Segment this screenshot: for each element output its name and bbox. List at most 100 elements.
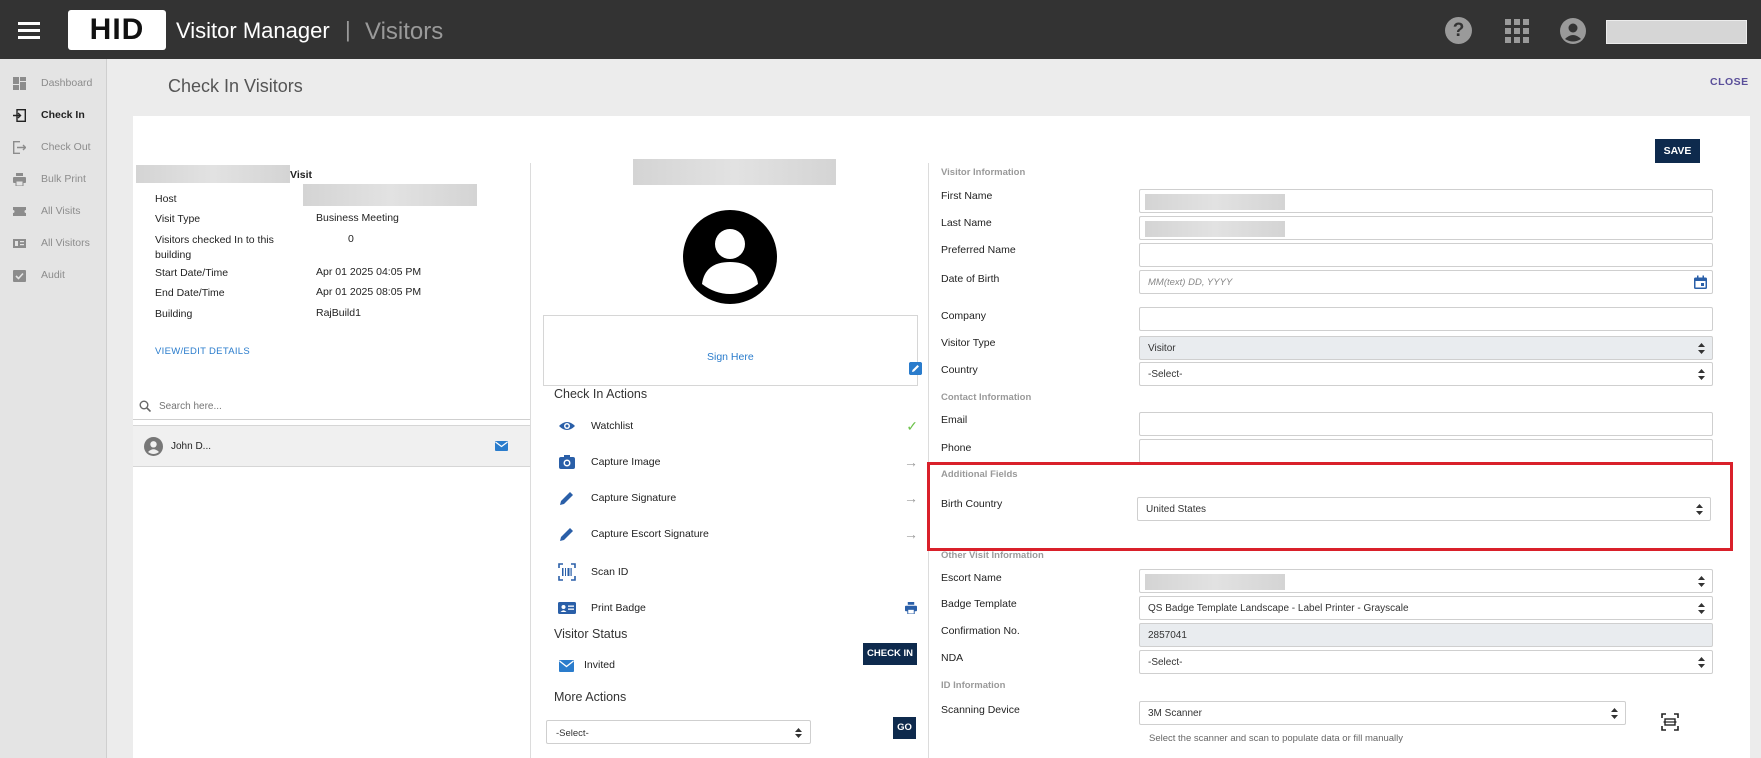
login-icon xyxy=(12,108,26,122)
building-label: Building xyxy=(155,308,193,320)
search-icon xyxy=(139,400,151,412)
audit-check-icon xyxy=(12,268,26,282)
preferred-name-field[interactable] xyxy=(1139,243,1713,267)
end-value: Apr 01 2025 08:05 PM xyxy=(316,286,422,298)
action-capture-image[interactable]: Capture Image → xyxy=(554,451,918,473)
start-label: Start Date/Time xyxy=(155,267,229,279)
action-label: Watchlist xyxy=(591,420,634,432)
visitor-status-value: Invited xyxy=(584,659,615,671)
help-icon[interactable]: ? xyxy=(1445,17,1472,44)
menu-icon[interactable] xyxy=(18,22,40,39)
visitor-list-item[interactable]: John D... xyxy=(133,425,530,467)
company-label: Company xyxy=(941,310,986,322)
mail-icon xyxy=(559,660,574,672)
birth-country-value: United States xyxy=(1146,504,1207,515)
action-label: Capture Escort Signature xyxy=(591,528,709,540)
sign-here-text[interactable]: Sign Here xyxy=(707,351,754,363)
app-title: Visitor Manager xyxy=(176,18,330,43)
visit-type-value: Business Meeting xyxy=(316,212,399,224)
nda-select[interactable]: -Select- xyxy=(1139,650,1713,674)
last-name-label: Last Name xyxy=(941,217,992,229)
action-print-badge[interactable]: Print Badge xyxy=(554,597,918,619)
avatar-icon xyxy=(144,437,163,456)
first-name-field[interactable] xyxy=(1139,189,1713,213)
arrow-right-icon: → xyxy=(904,490,918,506)
visitor-type-select[interactable]: Visitor xyxy=(1139,336,1713,360)
phone-label: Phone xyxy=(941,442,972,454)
sidebar-item-all-visitors[interactable]: All Visitors xyxy=(0,232,106,254)
arrow-right-icon: → xyxy=(904,454,918,470)
sidebar-label: Check In xyxy=(41,109,85,121)
mail-icon[interactable] xyxy=(495,441,508,451)
visitor-name: John D... xyxy=(171,441,212,452)
country-label: Country xyxy=(941,364,978,376)
apps-grid-icon[interactable] xyxy=(1505,19,1529,43)
additional-fields-heading: Additional Fields xyxy=(941,469,1061,480)
visitor-search xyxy=(133,393,530,420)
logout-icon xyxy=(12,140,26,154)
visitor-info-heading: Visitor Information xyxy=(941,167,1026,178)
sidebar-item-audit[interactable]: Audit xyxy=(0,264,106,286)
dashboard-icon xyxy=(12,76,26,90)
camera-icon xyxy=(559,455,575,469)
last-name-field[interactable] xyxy=(1139,216,1713,240)
confirmation-label: Confirmation No. xyxy=(941,625,1020,637)
building-value: RajBuild1 xyxy=(316,307,361,319)
sidebar-item-dashboard[interactable]: Dashboard xyxy=(0,72,106,94)
escort-name-select[interactable] xyxy=(1139,569,1713,593)
birth-country-select[interactable]: United States xyxy=(1137,497,1711,521)
action-capture-escort-signature[interactable]: Capture Escort Signature → xyxy=(554,523,918,545)
action-watchlist[interactable]: Watchlist ✓ xyxy=(554,415,918,437)
go-button[interactable]: GO xyxy=(893,717,916,739)
redacted-escort-name xyxy=(1145,574,1285,590)
redacted-last-name xyxy=(1145,221,1285,237)
scanning-device-select[interactable]: 3M Scanner xyxy=(1139,701,1626,725)
phone-field[interactable] xyxy=(1139,439,1713,463)
sidebar-label: All Visitors xyxy=(41,237,90,249)
sidebar-label: Bulk Print xyxy=(41,173,86,185)
printer-icon[interactable] xyxy=(905,602,917,614)
action-label: Print Badge xyxy=(591,602,646,614)
action-scan-id[interactable]: Scan ID xyxy=(554,561,918,583)
sidebar-label: Audit xyxy=(41,269,65,281)
scanning-device-label: Scanning Device xyxy=(941,704,1020,716)
save-button[interactable]: SAVE xyxy=(1655,139,1700,163)
sidebar: Dashboard Check In Check Out Bulk Print … xyxy=(0,59,107,758)
more-actions-value: -Select- xyxy=(556,728,589,739)
select-arrows-icon xyxy=(795,728,802,738)
birth-country-label: Birth Country xyxy=(941,498,1003,510)
action-label: Scan ID xyxy=(591,566,629,578)
nda-label: NDA xyxy=(941,652,964,664)
badge-template-select[interactable]: QS Badge Template Landscape - Label Prin… xyxy=(1139,596,1713,620)
eye-icon xyxy=(559,422,575,430)
close-link[interactable]: CLOSE xyxy=(1710,76,1749,88)
search-input[interactable] xyxy=(159,397,519,415)
dob-label: Date of Birth xyxy=(941,273,1000,285)
check-in-actions-heading: Check In Actions xyxy=(554,387,648,401)
company-field[interactable] xyxy=(1139,307,1713,331)
id-info-heading: ID Information xyxy=(941,680,1006,691)
escort-name-label: Escort Name xyxy=(941,572,1002,584)
check-in-button[interactable]: CHECK IN xyxy=(863,643,917,665)
sidebar-item-check-out[interactable]: Check Out xyxy=(0,136,106,158)
user-name-box[interactable] xyxy=(1606,20,1747,44)
dob-field[interactable]: MM(text) DD, YYYY xyxy=(1139,270,1713,294)
sidebar-item-all-visits[interactable]: All Visits xyxy=(0,200,106,222)
email-field[interactable] xyxy=(1139,412,1713,436)
view-edit-details-link[interactable]: VIEW/EDIT DETAILS xyxy=(155,346,250,357)
sidebar-label: Dashboard xyxy=(41,77,93,89)
calendar-icon[interactable] xyxy=(1693,275,1708,290)
country-select[interactable]: -Select- xyxy=(1139,362,1713,386)
printer-icon xyxy=(12,172,26,186)
edit-pen-icon[interactable] xyxy=(909,362,922,375)
sidebar-item-bulk-print[interactable]: Bulk Print xyxy=(0,168,106,190)
action-capture-signature[interactable]: Capture Signature → xyxy=(554,487,918,509)
badge-template-label: Badge Template xyxy=(941,598,1017,610)
sidebar-item-check-in[interactable]: Check In xyxy=(0,104,106,126)
scan-document-icon[interactable] xyxy=(1661,713,1679,731)
redacted-first-name xyxy=(1145,194,1285,210)
more-actions-select[interactable]: -Select- xyxy=(546,720,811,744)
account-icon[interactable] xyxy=(1560,18,1586,44)
visitor-photo-placeholder-icon[interactable] xyxy=(683,210,777,304)
confirmation-value: 2857041 xyxy=(1148,630,1187,641)
